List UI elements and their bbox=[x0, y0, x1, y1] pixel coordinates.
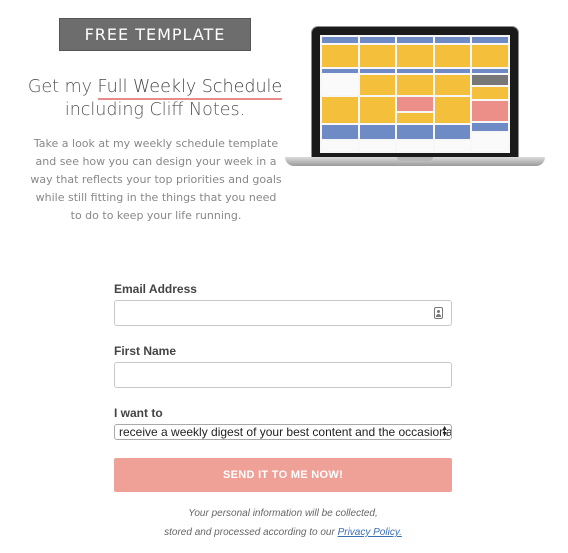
schedule-column bbox=[397, 37, 433, 151]
headline-line2: including Cliff Notes. bbox=[64, 100, 246, 120]
schedule-column bbox=[472, 37, 508, 151]
submit-button[interactable]: SEND IT TO ME NOW! bbox=[114, 458, 452, 492]
contact-card-icon[interactable] bbox=[434, 307, 443, 319]
privacy-line2: stored and processed according to our bbox=[164, 527, 338, 538]
first-name-field-wrapper bbox=[114, 362, 452, 388]
privacy-notice: Your personal information will be collec… bbox=[114, 504, 452, 542]
privacy-policy-link[interactable]: Privacy Policy. bbox=[338, 527, 402, 538]
schedule-column bbox=[434, 37, 471, 151]
headline-prefix: Get my bbox=[27, 77, 98, 97]
laptop-lid bbox=[311, 26, 519, 158]
preference-select[interactable]: receive a weekly digest of your best con… bbox=[114, 424, 452, 440]
schedule-column bbox=[322, 37, 358, 151]
free-template-badge: FREE TEMPLATE bbox=[59, 18, 251, 51]
privacy-line1: Your personal information will be collec… bbox=[188, 508, 378, 519]
select-arrows-icon: ▲ ▼ bbox=[441, 425, 448, 438]
headline-highlight: Full Weekly Schedule bbox=[97, 77, 283, 100]
preference-selected-value: receive a weekly digest of your best con… bbox=[119, 425, 452, 439]
laptop-schedule-image bbox=[285, 26, 545, 168]
email-label: Email Address bbox=[114, 282, 197, 296]
headline: Get my Full Weekly Schedule including Cl… bbox=[20, 76, 290, 122]
schedule-column bbox=[359, 37, 396, 151]
want-label: I want to bbox=[114, 406, 163, 420]
first-name-label: First Name bbox=[114, 344, 177, 358]
email-field-wrapper bbox=[114, 300, 452, 326]
email-field[interactable] bbox=[115, 301, 451, 325]
schedule-screen bbox=[320, 35, 510, 153]
first-name-field[interactable] bbox=[115, 363, 451, 387]
description: Take a look at my weekly schedule templa… bbox=[30, 137, 282, 222]
laptop-notch bbox=[397, 157, 433, 161]
